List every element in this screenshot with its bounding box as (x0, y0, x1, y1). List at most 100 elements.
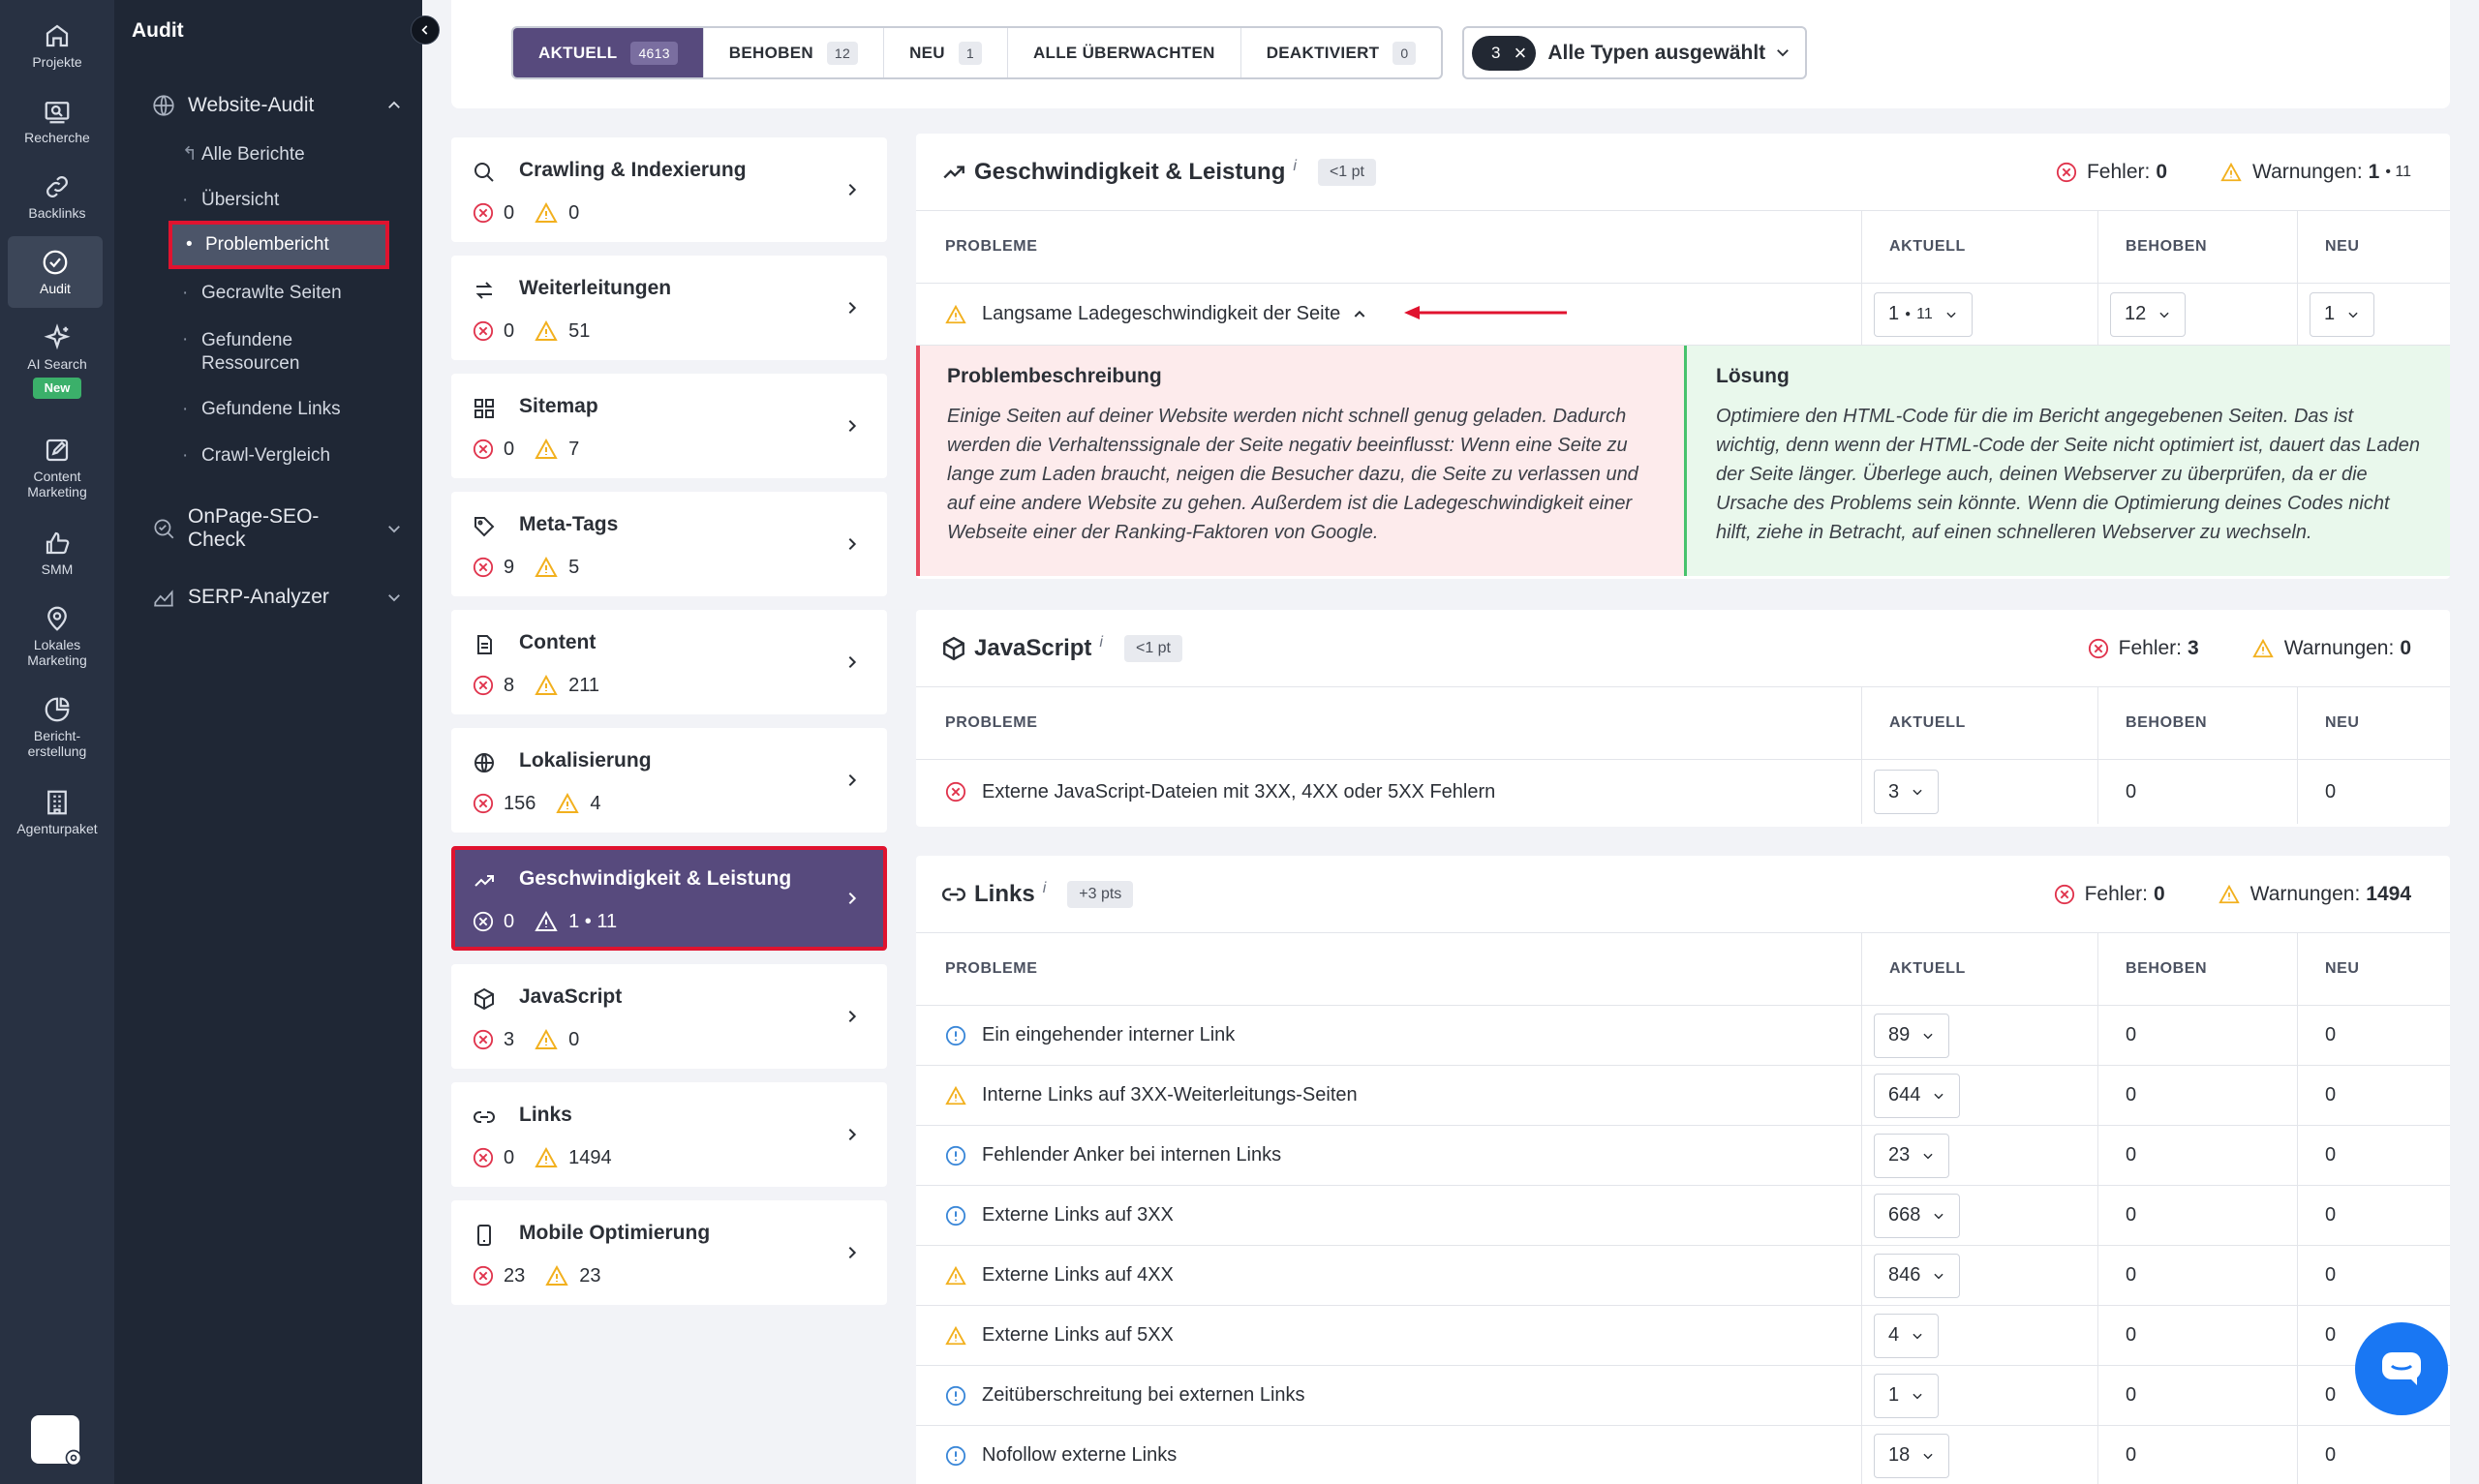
nav-group-website-audit[interactable]: Website-Audit (151, 93, 413, 118)
thumbs-up-icon (43, 529, 72, 558)
rail-agenturpaket[interactable]: Agenturpaket (0, 788, 114, 836)
nav-group-label: Website-Audit (188, 94, 315, 116)
warning-icon (945, 1325, 966, 1345)
current-count-dropdown[interactable]: 23 (1874, 1133, 1950, 1178)
nav-item-crawl-vergleich[interactable]: · Crawl-Vergleich (182, 445, 414, 467)
category-title: JavaScript (519, 985, 623, 1008)
table-row[interactable]: Externe Links auf 3XX 668 0 0 (916, 1186, 2450, 1246)
table-row[interactable]: Interne Links auf 3XX-Weiterleitungs-Sei… (916, 1066, 2450, 1126)
issue-label[interactable]: Externe JavaScript-Dateien mit 3XX, 4XX … (982, 781, 1495, 803)
nav-item-alle-berichte[interactable]: ↰ Alle Berichte (182, 143, 414, 166)
current-count-dropdown[interactable]: 89 (1874, 1013, 1950, 1058)
chevron-down-icon (1923, 1153, 1933, 1159)
category-weiterleitungen[interactable]: Weiterleitungen 0 51 (451, 256, 887, 360)
warning-icon (945, 1265, 966, 1285)
issue-label[interactable]: Zeitüberschreitung bei externen Links (982, 1384, 1305, 1407)
nav-group-serp-analyzer[interactable]: SERP-Analyzer (151, 585, 413, 610)
clear-icon[interactable]: × (1514, 41, 1526, 66)
issue-label[interactable]: Langsame Ladegeschwindigkeit der Seite (982, 303, 1340, 325)
info-icon[interactable]: i (1099, 634, 1103, 651)
tab-aktuell[interactable]: AKTUELL 4613 (513, 28, 704, 77)
nav-item-gecrawlte-seiten[interactable]: · Gecrawlte Seiten (182, 283, 414, 304)
tab-behoben[interactable]: BEHOBEN 12 (704, 28, 885, 77)
current-count-dropdown[interactable]: 846 (1874, 1253, 1961, 1298)
user-avatar-button[interactable] (31, 1415, 82, 1467)
selected-types-chip[interactable]: 3 × (1472, 35, 1537, 71)
table-row[interactable]: Langsame Ladegeschwindigkeit der Seite 1… (916, 284, 2450, 346)
info-icon[interactable]: i (1043, 880, 1047, 897)
chevron-down-icon (1913, 789, 1922, 796)
rail-smm[interactable]: SMM (0, 529, 114, 577)
current-count-dropdown[interactable]: 1 (1874, 1373, 1940, 1418)
rail-berichterstellung[interactable]: Bericht-erstellung (0, 695, 114, 759)
issue-label[interactable]: Ein eingehender interner Link (982, 1024, 1235, 1046)
section-title: Geschwindigkeit & Leistung (974, 159, 1286, 185)
nav-item-label: Gefundene Links (201, 399, 341, 419)
category-warnings: 7 (568, 438, 580, 460)
category-meta-tags[interactable]: Meta-Tags 9 5 (451, 492, 887, 596)
new-count: 0 (2297, 1186, 2450, 1245)
category-mobile[interactable]: Mobile Optimierung 23 23 (451, 1200, 887, 1305)
tab-deaktiviert[interactable]: DEAKTIVIERT 0 (1241, 28, 1442, 77)
nav-item-label: Gefundene Ressourcen (201, 330, 300, 374)
current-count-dropdown[interactable]: 4 (1874, 1313, 1940, 1358)
fixed-count: 0 (2097, 1126, 2297, 1185)
rail-recherche[interactable]: Recherche (0, 97, 114, 145)
dot-separator: ● (1905, 309, 1912, 319)
category-errors: 0 (504, 438, 515, 460)
error-icon (2088, 638, 2108, 659)
tab-alle-ueberwachten[interactable]: ALLE ÜBERWACHTEN (1008, 28, 1241, 77)
issue-label[interactable]: Externe Links auf 3XX (982, 1204, 1174, 1227)
rail-ai-search[interactable]: AI Search New (0, 323, 114, 399)
issue-label[interactable]: Nofollow externe Links (982, 1444, 1177, 1467)
new-count: 0 (2297, 1006, 2450, 1065)
issue-label[interactable]: Interne Links auf 3XX-Weiterleitungs-Sei… (982, 1084, 1358, 1106)
new-count: 0 (2297, 1126, 2450, 1185)
current-count-dropdown[interactable]: 18 (1874, 1433, 1950, 1478)
tab-neu[interactable]: NEU 1 (884, 28, 1008, 77)
table-row[interactable]: Externe JavaScript-Dateien mit 3XX, 4XX … (916, 760, 2450, 824)
category-content[interactable]: Content 8 211 (451, 610, 887, 714)
rail-audit[interactable]: Audit (8, 236, 103, 308)
table-row[interactable]: Externe Links auf 4XX 846 0 0 (916, 1246, 2450, 1306)
current-count-dropdown[interactable]: 1 ● 11 (1874, 291, 1973, 337)
category-crawling[interactable]: Crawling & Indexierung 0 0 (451, 137, 887, 242)
chevron-up-icon (388, 101, 400, 108)
fixed-count: 0 (2097, 760, 2297, 824)
nav-group-onpage-seo-check[interactable]: OnPage-SEO-Check (151, 505, 413, 552)
category-links[interactable]: Links 0 1494 (451, 1082, 887, 1187)
table-row[interactable]: Ein eingehender interner Link 89 0 0 (916, 1006, 2450, 1066)
current-count-dropdown[interactable]: 3 (1874, 770, 1940, 814)
warning-icon (535, 438, 558, 459)
info-icon[interactable]: i (1293, 158, 1297, 175)
chat-button[interactable] (2355, 1322, 2448, 1415)
current-count-dropdown[interactable]: 668 (1874, 1193, 1961, 1238)
errors-label: Fehler: (2084, 883, 2148, 905)
category-javascript[interactable]: JavaScript 3 0 (451, 964, 887, 1069)
issue-label[interactable]: Fehlender Anker bei internen Links (982, 1144, 1281, 1166)
category-sitemap[interactable]: Sitemap 0 7 (451, 374, 887, 478)
current-count-dropdown[interactable]: 644 (1874, 1073, 1961, 1118)
category-geschwindigkeit[interactable]: Geschwindigkeit & Leistung 0 1 • 11 (451, 846, 887, 951)
issue-type-select[interactable]: 3 × Alle Typen ausgewählt (1462, 26, 1807, 79)
issue-label[interactable]: Externe Links auf 4XX (982, 1264, 1174, 1287)
tab-count: 12 (826, 41, 859, 65)
rail-backlinks[interactable]: Backlinks (0, 172, 114, 221)
nav-item-uebersicht[interactable]: · Übersicht (182, 190, 414, 211)
table-row[interactable]: Fehlender Anker bei internen Links 23 0 0 (916, 1126, 2450, 1186)
nav-item-problembericht[interactable]: • Problembericht (168, 221, 389, 269)
new-count-dropdown[interactable]: 1 (2310, 291, 2375, 337)
table-row[interactable]: Externe Links auf 5XX 4 0 0 (916, 1306, 2450, 1366)
chevron-up-icon[interactable] (1352, 307, 1367, 322)
category-lokalisierung[interactable]: Lokalisierung 156 4 (451, 728, 887, 833)
rail-content-marketing[interactable]: Content Marketing (0, 436, 114, 500)
rail-lokales-marketing[interactable]: Lokales Marketing (0, 604, 114, 668)
nav-item-gefundene-links[interactable]: · Gefundene Links (182, 399, 414, 420)
nav-item-gefundene-ressourcen[interactable]: · Gefundene Ressourcen (182, 329, 414, 376)
issue-label[interactable]: Externe Links auf 5XX (982, 1324, 1174, 1347)
table-row[interactable]: Zeitüberschreitung bei externen Links 1 0 0 (916, 1366, 2450, 1426)
fixed-count-dropdown[interactable]: 12 (2110, 291, 2187, 337)
rail-projekte[interactable]: Projekte (0, 21, 114, 70)
sparkle-icon (43, 323, 72, 352)
table-row[interactable]: Nofollow externe Links 18 0 0 (916, 1426, 2450, 1484)
